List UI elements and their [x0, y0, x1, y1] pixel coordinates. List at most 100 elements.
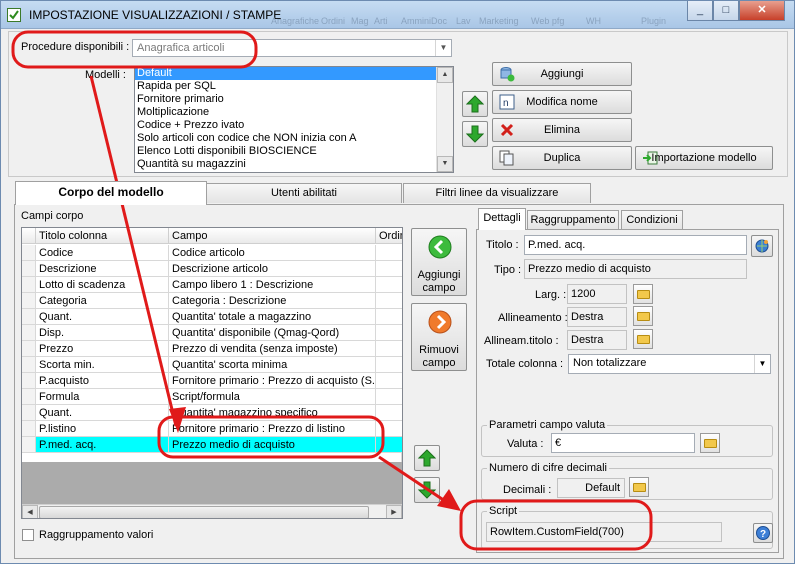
- list-item[interactable]: Codice + Prezzo ivato: [135, 119, 453, 132]
- table-cell-ordin[interactable]: [376, 277, 402, 293]
- list-item[interactable]: Fornitore primario: [135, 93, 453, 106]
- row-header[interactable]: [22, 437, 36, 453]
- move-field-up-button[interactable]: [414, 445, 440, 471]
- elimina-button[interactable]: Elimina: [492, 118, 632, 142]
- list-item[interactable]: Elenco Lotti disponibili BIOSCIENCE: [135, 145, 453, 158]
- allineamento-value[interactable]: Destra: [567, 307, 627, 327]
- table-cell-campo[interactable]: Quantita' magazzino specifico: [169, 405, 376, 421]
- close-button[interactable]: ✕: [739, 1, 785, 21]
- row-header[interactable]: [22, 293, 36, 309]
- modelli-scrollbar[interactable]: ▲ ▼: [436, 67, 453, 172]
- scroll-left-icon[interactable]: ◀: [22, 505, 38, 518]
- totale-colonna-combo[interactable]: Non totalizzare ▼: [568, 354, 771, 374]
- chevron-down-icon[interactable]: ▼: [435, 40, 451, 56]
- minimize-button[interactable]: _: [687, 1, 713, 21]
- modelli-list[interactable]: Default Rapida per SQL Fornitore primari…: [134, 66, 454, 173]
- table-cell-titolo[interactable]: Lotto di scadenza: [36, 277, 169, 293]
- valuta-folder-button[interactable]: [700, 433, 720, 453]
- list-item[interactable]: Rapida per SQL: [135, 80, 453, 93]
- row-header[interactable]: [22, 357, 36, 373]
- table-cell-ordin[interactable]: [376, 357, 402, 373]
- scroll-down-icon[interactable]: ▼: [437, 156, 453, 172]
- move-field-down-button[interactable]: [414, 477, 440, 503]
- modifica-nome-button[interactable]: n Modifica nome: [492, 90, 632, 114]
- list-item[interactable]: Solo articoli con codice che NON inizia …: [135, 132, 453, 145]
- duplica-button[interactable]: Duplica: [492, 146, 632, 170]
- table-cell-campo[interactable]: Categoria : Descrizione: [169, 293, 376, 309]
- table-cell-campo[interactable]: Prezzo di vendita (senza imposte): [169, 341, 376, 357]
- column-header-ordin[interactable]: Ordin: [376, 228, 402, 244]
- table-cell-ordin[interactable]: [376, 405, 402, 421]
- table-cell-ordin[interactable]: [376, 293, 402, 309]
- importazione-modello-button[interactable]: Importazione modello: [635, 146, 773, 170]
- script-value[interactable]: RowItem.CustomField(700): [486, 522, 722, 542]
- titolo-options-button[interactable]: [751, 235, 773, 257]
- table-cell-campo[interactable]: Script/formula: [169, 389, 376, 405]
- table-cell-ordin[interactable]: [376, 261, 402, 277]
- larg-value[interactable]: 1200: [567, 284, 627, 304]
- table-cell-titolo[interactable]: P.listino: [36, 421, 169, 437]
- scroll-thumb[interactable]: [39, 506, 369, 518]
- move-model-down-button[interactable]: [462, 121, 488, 147]
- table-cell-ordin[interactable]: [376, 341, 402, 357]
- tab-raggruppamento[interactable]: Raggruppamento: [527, 210, 619, 230]
- tab-corpo-del-modello[interactable]: Corpo del modello: [15, 181, 207, 205]
- allineamento-folder-button[interactable]: [633, 306, 653, 326]
- row-header[interactable]: [22, 389, 36, 405]
- titolo-input[interactable]: P.med. acq.: [524, 235, 747, 255]
- table-cell-titolo[interactable]: Categoria: [36, 293, 169, 309]
- table-cell-ordin[interactable]: [376, 421, 402, 437]
- scroll-up-icon[interactable]: ▲: [437, 67, 453, 83]
- table-cell-ordin[interactable]: [376, 437, 402, 453]
- tab-dettagli[interactable]: Dettagli: [478, 208, 526, 230]
- table-cell-titolo[interactable]: Prezzo: [36, 341, 169, 357]
- table-cell-titolo[interactable]: Formula: [36, 389, 169, 405]
- table-cell-titolo[interactable]: Disp.: [36, 325, 169, 341]
- table-cell-campo[interactable]: Descrizione articolo: [169, 261, 376, 277]
- table-cell-titolo[interactable]: Quant.: [36, 405, 169, 421]
- aggiungi-campo-button[interactable]: Aggiungi campo: [411, 228, 467, 296]
- row-header[interactable]: [22, 325, 36, 341]
- move-model-up-button[interactable]: [462, 91, 488, 117]
- tab-condizioni[interactable]: Condizioni: [621, 210, 683, 230]
- row-header[interactable]: [22, 309, 36, 325]
- table-cell-titolo[interactable]: Descrizione: [36, 261, 169, 277]
- table-cell-campo[interactable]: Quantita' disponibile (Qmag-Qord): [169, 325, 376, 341]
- table-cell-campo[interactable]: Codice articolo: [169, 245, 376, 261]
- table-cell-campo[interactable]: Quantita' totale a magazzino: [169, 309, 376, 325]
- script-help-button[interactable]: ?: [753, 523, 773, 543]
- table-cell-titolo[interactable]: P.med. acq.: [36, 437, 169, 453]
- table-cell-ordin[interactable]: [376, 389, 402, 405]
- row-header[interactable]: [22, 341, 36, 357]
- table-cell-campo[interactable]: Fornitore primario : Prezzo di listino: [169, 421, 376, 437]
- column-header-titolo[interactable]: Titolo colonna: [36, 228, 169, 244]
- tab-filtri-linee[interactable]: Filtri linee da visualizzare: [403, 183, 591, 203]
- table-cell-titolo[interactable]: Codice: [36, 245, 169, 261]
- decimali-folder-button[interactable]: [629, 477, 649, 497]
- allineam-titolo-value[interactable]: Destra: [567, 330, 627, 350]
- row-header[interactable]: [22, 261, 36, 277]
- rimuovi-campo-button[interactable]: Rimuovi campo: [411, 303, 467, 371]
- table-cell-titolo[interactable]: P.acquisto: [36, 373, 169, 389]
- table-cell-ordin[interactable]: [376, 325, 402, 341]
- column-header-campo[interactable]: Campo: [169, 228, 376, 244]
- list-item[interactable]: Default: [135, 67, 453, 80]
- raggruppamento-checkbox[interactable]: [22, 529, 34, 541]
- chevron-down-icon[interactable]: ▼: [754, 355, 770, 373]
- table-cell-titolo[interactable]: Quant.: [36, 309, 169, 325]
- allineam-titolo-folder-button[interactable]: [633, 329, 653, 349]
- table-cell-campo[interactable]: Prezzo medio di acquisto: [169, 437, 376, 453]
- table-cell-ordin[interactable]: [376, 309, 402, 325]
- table-cell-campo[interactable]: Campo libero 1 : Descrizione: [169, 277, 376, 293]
- table-cell-ordin[interactable]: [376, 245, 402, 261]
- scroll-right-icon[interactable]: ▶: [386, 505, 402, 518]
- table-cell-titolo[interactable]: Scorta min.: [36, 357, 169, 373]
- valuta-input[interactable]: €: [551, 433, 695, 453]
- decimali-value[interactable]: Default: [557, 478, 625, 498]
- aggiungi-button[interactable]: Aggiungi: [492, 62, 632, 86]
- larg-folder-button[interactable]: [633, 284, 653, 304]
- row-header[interactable]: [22, 405, 36, 421]
- campi-corpo-grid[interactable]: Titolo colonna Campo Ordin CodiceCodice …: [21, 227, 403, 519]
- procedure-combo[interactable]: Anagrafica articoli ▼: [132, 39, 452, 57]
- row-header[interactable]: [22, 277, 36, 293]
